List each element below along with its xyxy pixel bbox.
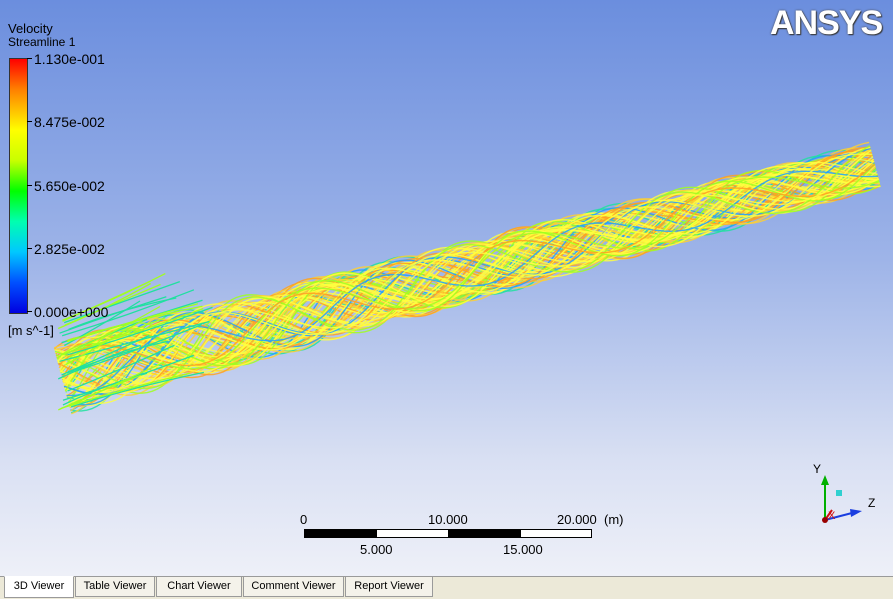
- scale-label-0: 0: [300, 512, 308, 527]
- legend-tick: [27, 185, 32, 186]
- scale-segment: [376, 529, 449, 538]
- scale-label-15: 15.000: [503, 542, 543, 557]
- y-axis-label: Y: [813, 462, 821, 476]
- y-axis-arrow: [821, 475, 829, 485]
- legend-tick: [27, 58, 32, 59]
- viewer-tab-bar: 3D Viewer Table Viewer Chart Viewer Comm…: [0, 576, 893, 599]
- tab-comment-viewer[interactable]: Comment Viewer: [243, 577, 344, 597]
- legend-label-2: 8.475e-002: [34, 114, 105, 130]
- x-axis-label: X: [828, 510, 836, 522]
- tab-3d-viewer[interactable]: 3D Viewer: [4, 576, 74, 598]
- legend-tick: [27, 121, 32, 122]
- legend-tick: [27, 248, 32, 249]
- z-axis-arrow: [850, 509, 862, 517]
- triad-cube-icon: [836, 490, 842, 496]
- 3d-viewport[interactable]: Velocity Streamline 1 1.130e-001 8.475e-…: [0, 0, 893, 577]
- legend-subtitle: Streamline 1: [8, 35, 76, 49]
- legend-tick: [27, 311, 32, 312]
- scale-segment: [520, 529, 592, 538]
- legend-label-4: 2.825e-002: [34, 241, 105, 257]
- tab-table-viewer[interactable]: Table Viewer: [75, 577, 155, 597]
- scale-segment: [448, 529, 521, 538]
- scale-unit: (m): [604, 512, 624, 527]
- legend-unit: [m s^-1]: [8, 323, 54, 338]
- tab-chart-viewer[interactable]: Chart Viewer: [156, 577, 242, 597]
- streamline-plot: [53, 141, 881, 415]
- legend-label-max: 1.130e-001: [34, 51, 105, 67]
- ansys-logo: ANSYS: [770, 4, 883, 42]
- scale-label-20: 20.000: [557, 512, 597, 527]
- legend-label-min: 0.000e+000: [34, 304, 109, 320]
- color-legend-bar: [9, 58, 28, 314]
- axis-triad[interactable]: Y X Z: [790, 455, 880, 535]
- scale-label-10: 10.000: [428, 512, 468, 527]
- scale-label-5: 5.000: [360, 542, 393, 557]
- scale-segment: [304, 529, 377, 538]
- tab-report-viewer[interactable]: Report Viewer: [345, 577, 433, 597]
- legend-title: Velocity: [8, 21, 53, 36]
- legend-label-3: 5.650e-002: [34, 178, 105, 194]
- z-axis-label: Z: [868, 496, 875, 510]
